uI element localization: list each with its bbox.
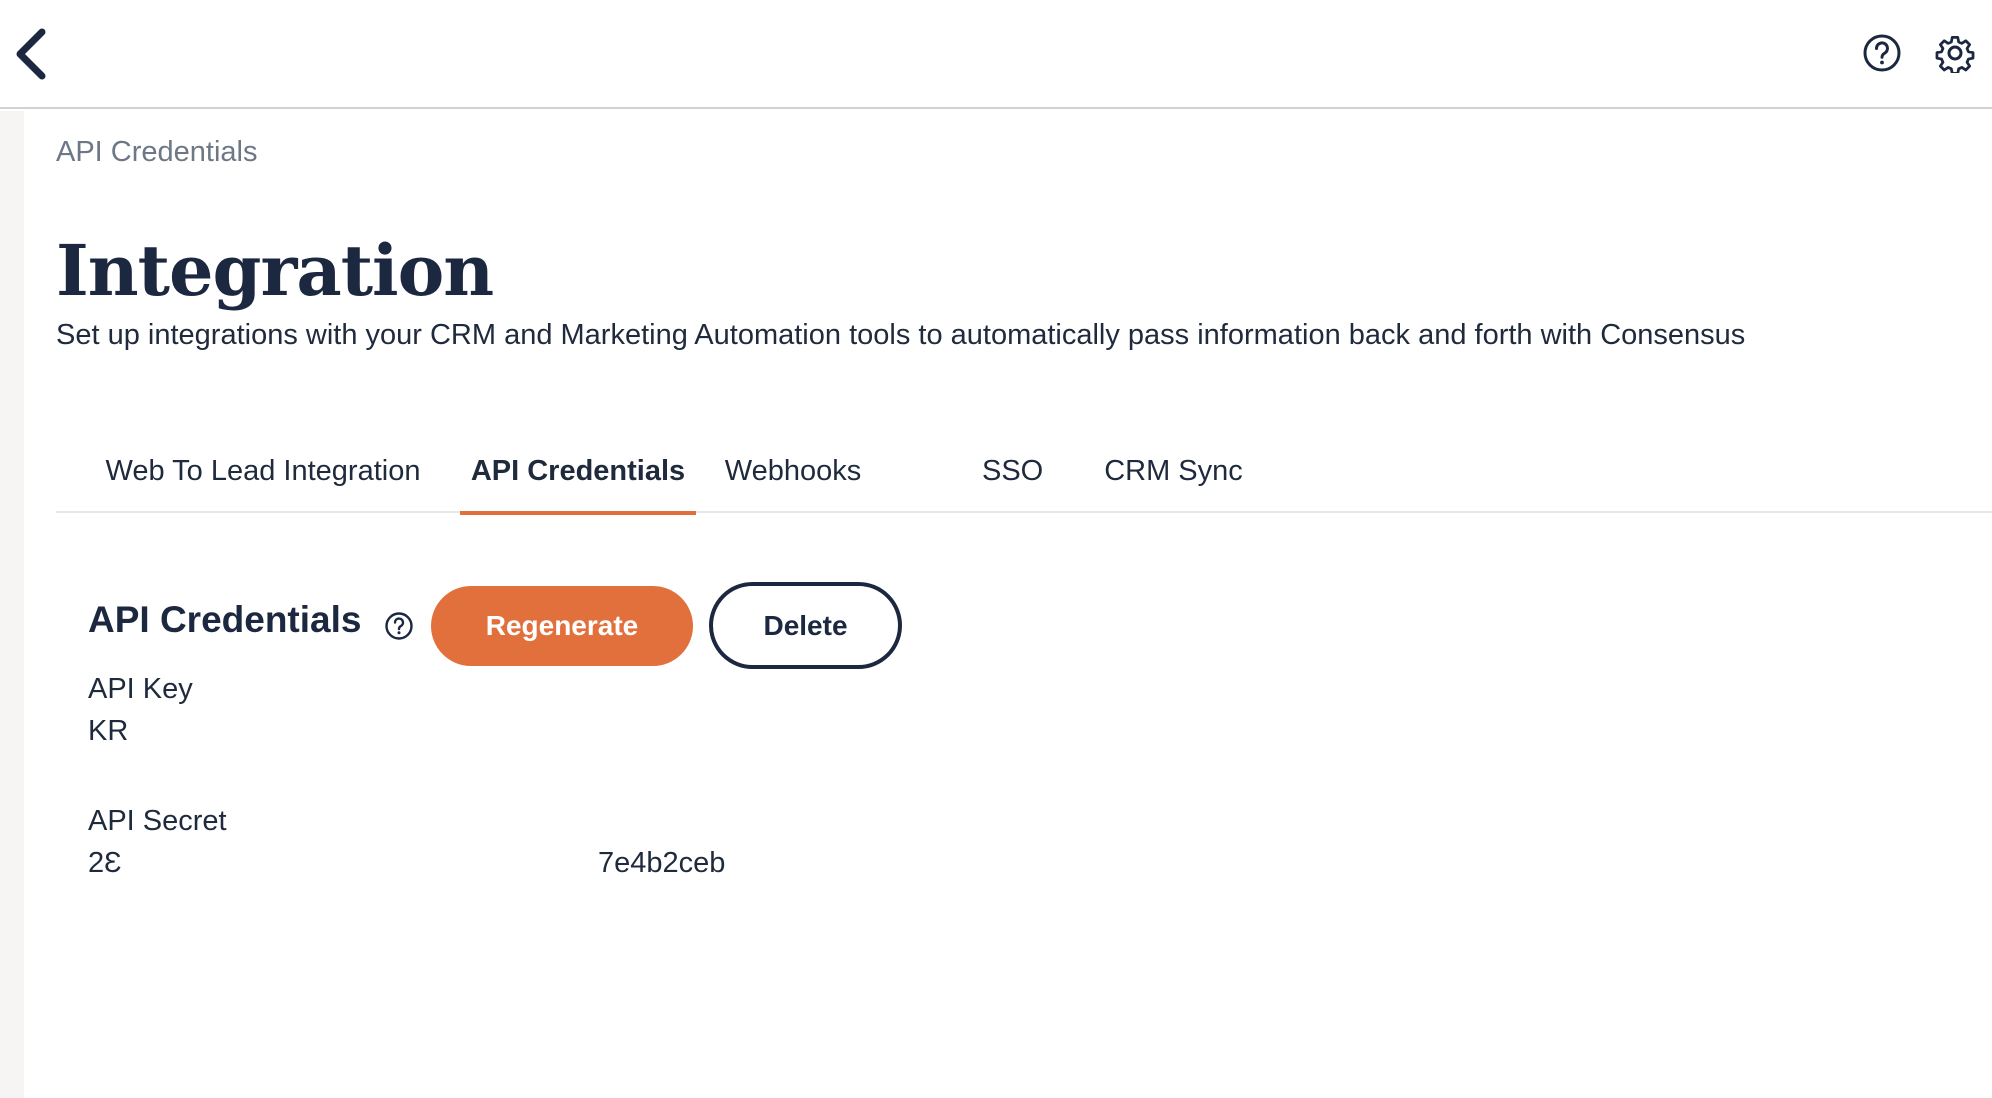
tab-web-to-lead[interactable]: Web To Lead Integration <box>88 429 438 513</box>
question-circle-icon <box>385 612 413 640</box>
tab-sso[interactable]: SSO <box>982 429 1043 513</box>
help-button[interactable] <box>1862 33 1902 73</box>
top-bar <box>0 0 1992 109</box>
section-help-button[interactable] <box>384 611 414 641</box>
api-key-visible: KR <box>88 715 129 747</box>
settings-button[interactable] <box>1935 33 1975 75</box>
api-key-value: KR <box>88 715 128 748</box>
gear-icon <box>1935 35 1975 75</box>
api-key-label: API Key <box>88 673 193 705</box>
breadcrumb: API Credentials <box>56 136 258 168</box>
api-secret-label: API Secret <box>88 805 227 837</box>
main-content: API Credentials Integration Set up integ… <box>56 111 1992 1098</box>
regenerate-button[interactable]: Regenerate <box>431 586 693 666</box>
delete-button[interactable]: Delete <box>709 582 902 669</box>
tab-webhooks[interactable]: Webhooks <box>718 429 868 513</box>
api-secret-visible-end: 7e4b2ceb <box>598 847 726 879</box>
question-circle-icon <box>1863 34 1901 72</box>
tab-bar: Web To Lead Integration API Credentials … <box>56 429 1992 515</box>
page-title: Integration <box>56 229 494 312</box>
api-secret-visible-start: 2Ɛ <box>88 847 122 879</box>
back-button[interactable] <box>10 26 54 82</box>
page-subtitle: Set up integrations with your CRM and Ma… <box>56 319 1746 351</box>
tab-api-credentials[interactable]: API Credentials <box>460 429 696 515</box>
tab-crm-sync[interactable]: CRM Sync <box>1101 429 1246 513</box>
chevron-left-icon <box>16 28 46 80</box>
left-rail <box>0 111 24 1098</box>
section-title: API Credentials <box>88 599 362 640</box>
